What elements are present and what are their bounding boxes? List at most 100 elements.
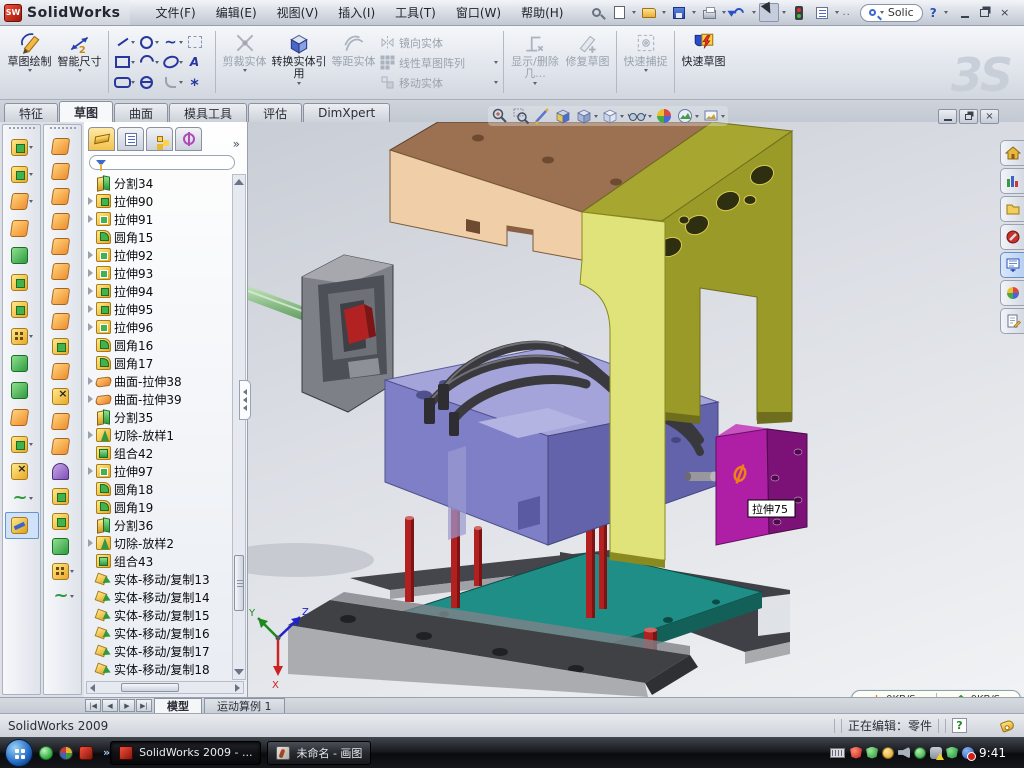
edit-appearance-button[interactable] bbox=[655, 107, 673, 125]
hide-show-items-button[interactable] bbox=[627, 107, 652, 125]
select-caret-icon[interactable] bbox=[782, 11, 786, 14]
command-tab[interactable]: DimXpert bbox=[303, 103, 390, 122]
expand-arrow-icon[interactable] bbox=[88, 269, 93, 277]
toolbar-button[interactable] bbox=[46, 584, 80, 609]
doc-minimize-button[interactable] bbox=[938, 109, 957, 124]
tree-item[interactable]: 分割36 bbox=[86, 516, 232, 534]
sketch-entity-button[interactable] bbox=[186, 32, 210, 52]
expand-arrow-icon[interactable] bbox=[88, 197, 93, 205]
entity-caret-icon[interactable] bbox=[179, 61, 183, 64]
appearances-scenes-button[interactable] bbox=[1000, 252, 1024, 278]
scroll-down-icon[interactable] bbox=[234, 669, 244, 675]
toolbar-button[interactable] bbox=[46, 384, 80, 409]
tree-filter-input[interactable] bbox=[89, 155, 235, 170]
toolbar-button[interactable] bbox=[5, 350, 39, 377]
view-orientation-caret-icon[interactable] bbox=[594, 115, 598, 118]
minimize-button[interactable] bbox=[956, 5, 974, 21]
menu-item[interactable]: 文件(F) bbox=[146, 1, 204, 24]
options-caret-icon[interactable] bbox=[835, 11, 839, 14]
menu-item[interactable]: 编辑(E) bbox=[207, 1, 266, 24]
sketch-entity-button[interactable] bbox=[162, 52, 186, 72]
document-tab[interactable]: 运动算例 1 bbox=[204, 698, 285, 713]
rotate-view-button[interactable] bbox=[533, 107, 551, 125]
toolbar-button[interactable] bbox=[46, 284, 80, 309]
expand-arrow-icon[interactable] bbox=[88, 251, 93, 259]
toolbar-button[interactable] bbox=[5, 512, 39, 539]
smart-dimension-caret-icon[interactable] bbox=[78, 69, 82, 72]
badge-icon[interactable] bbox=[882, 747, 894, 759]
command-tab[interactable]: 草图 bbox=[59, 101, 113, 122]
tree-horizontal-scrollbar[interactable] bbox=[86, 681, 244, 694]
sketch-entity-button[interactable] bbox=[138, 72, 162, 92]
view-settings-button[interactable] bbox=[702, 107, 725, 125]
entity-caret-icon[interactable] bbox=[131, 41, 135, 44]
open-button[interactable] bbox=[639, 3, 659, 22]
toolbar-button[interactable] bbox=[5, 161, 39, 188]
expand-arrow-icon[interactable] bbox=[88, 323, 93, 331]
restore-button[interactable] bbox=[976, 5, 994, 21]
apply-scene-button[interactable] bbox=[676, 107, 699, 125]
expand-arrow-icon[interactable] bbox=[88, 467, 93, 475]
tree-item[interactable]: 实体-移动/复制17 bbox=[86, 642, 232, 660]
tree-item[interactable]: 实体-移动/复制14 bbox=[86, 588, 232, 606]
scrollbar-thumb[interactable] bbox=[234, 555, 244, 611]
tree-item[interactable]: 实体-移动/复制13 bbox=[86, 570, 232, 588]
tree-item[interactable]: 拉伸94 bbox=[86, 282, 232, 300]
entity-caret-icon[interactable] bbox=[131, 81, 135, 84]
section-view-button[interactable] bbox=[554, 107, 572, 125]
toolbar-button[interactable] bbox=[46, 459, 80, 484]
toolbar-button[interactable] bbox=[5, 188, 39, 215]
trim-entities-button[interactable]: 剪裁实体 bbox=[221, 29, 268, 95]
toolbar-button[interactable] bbox=[5, 269, 39, 296]
security-red-icon[interactable] bbox=[850, 747, 862, 759]
tree-item[interactable]: 拉伸97 bbox=[86, 462, 232, 480]
save-caret-icon[interactable] bbox=[692, 11, 696, 14]
tool-caret-icon[interactable] bbox=[29, 173, 33, 176]
task-button[interactable]: 未命名 - 画图 bbox=[267, 741, 371, 765]
toolbar-overflow[interactable]: .. bbox=[842, 7, 850, 18]
mirror-entities-button[interactable]: 镜向实体 bbox=[380, 34, 498, 51]
toolbar-button[interactable] bbox=[46, 159, 80, 184]
shield-plus-icon[interactable] bbox=[946, 747, 958, 759]
undo-caret-icon[interactable] bbox=[752, 11, 756, 14]
select-button[interactable] bbox=[759, 3, 779, 22]
task-button[interactable]: SolidWorks 2009 - ... bbox=[110, 741, 261, 765]
quick-tips-button[interactable]: ? bbox=[952, 718, 967, 733]
tab-configurationmanager[interactable] bbox=[146, 127, 173, 151]
close-button[interactable]: × bbox=[996, 5, 1014, 21]
view-settings-caret-icon[interactable] bbox=[721, 115, 725, 118]
menu-item[interactable]: 工具(T) bbox=[386, 1, 445, 24]
scroll-right-icon[interactable] bbox=[235, 684, 240, 692]
scroll-up-icon[interactable] bbox=[234, 179, 244, 185]
smart-dimension-button[interactable]: 2 智能尺寸 bbox=[56, 29, 103, 95]
tag-icon[interactable] bbox=[1000, 719, 1016, 733]
toolbar-button[interactable] bbox=[46, 409, 80, 434]
sketch-entity-button[interactable] bbox=[186, 52, 210, 72]
entity-caret-icon[interactable] bbox=[179, 81, 183, 84]
sketch-entity-button[interactable] bbox=[138, 32, 162, 52]
document-recovery-button[interactable] bbox=[1000, 308, 1024, 334]
tree-item[interactable]: 圆角16 bbox=[86, 336, 232, 354]
prev-tab-button[interactable]: ◀ bbox=[102, 699, 118, 712]
entity-caret-icon[interactable] bbox=[179, 41, 183, 44]
tool-caret-icon[interactable] bbox=[29, 200, 33, 203]
display-delete-caret-icon[interactable] bbox=[533, 82, 537, 85]
new-caret-icon[interactable] bbox=[632, 11, 636, 14]
toolbar-button[interactable] bbox=[46, 259, 80, 284]
open-caret-icon[interactable] bbox=[662, 11, 666, 14]
toolbar-button[interactable] bbox=[46, 359, 80, 384]
network-warning-icon[interactable] bbox=[930, 747, 942, 759]
toolbar-button[interactable] bbox=[46, 534, 80, 559]
sketch-entity-button[interactable] bbox=[114, 72, 138, 92]
toolbar-grip[interactable] bbox=[50, 127, 76, 131]
tree-item[interactable]: 实体-移动/复制15 bbox=[86, 606, 232, 624]
sketch-entity-button[interactable] bbox=[138, 52, 162, 72]
linear-pattern-caret-icon[interactable] bbox=[494, 61, 498, 64]
tree-item[interactable]: 拉伸91 bbox=[86, 210, 232, 228]
display-style-button[interactable] bbox=[601, 107, 624, 125]
toolbar-button[interactable] bbox=[5, 215, 39, 242]
repair-sketch-button[interactable]: 修复草图 bbox=[564, 29, 611, 95]
expand-arrow-icon[interactable] bbox=[88, 431, 93, 439]
solidworks-icon[interactable] bbox=[79, 746, 93, 760]
panel-splitter-handle[interactable] bbox=[239, 380, 251, 420]
